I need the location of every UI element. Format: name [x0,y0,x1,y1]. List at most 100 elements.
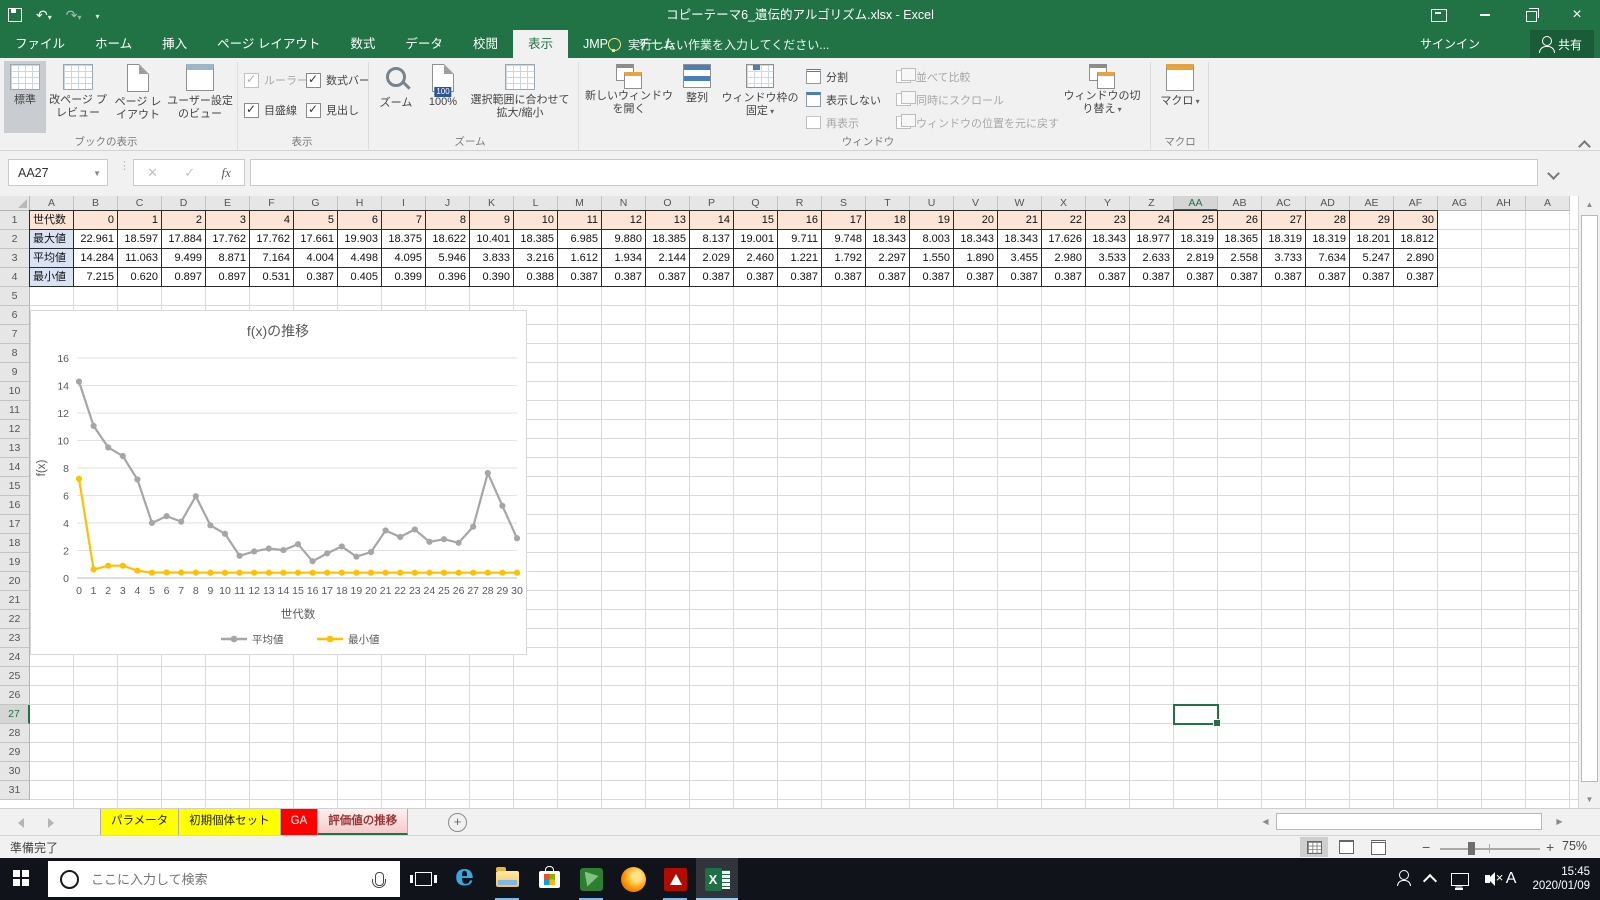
data-cell[interactable]: 18.201 [1350,230,1394,249]
data-cell[interactable]: 4 [250,211,294,230]
data-cell[interactable]: 6 [338,211,382,230]
data-cell[interactable]: 10 [514,211,558,230]
taskbar-icon-edge[interactable] [444,858,486,900]
column-header[interactable]: AB [1218,196,1262,211]
data-cell[interactable]: 18.375 [382,230,426,249]
row-header[interactable]: 30 [0,762,30,781]
data-cell[interactable]: 26 [1218,211,1262,230]
data-cell[interactable]: 21 [998,211,1042,230]
data-cell[interactable]: 0.387 [294,268,338,287]
column-header[interactable]: J [426,196,470,211]
formula-bar-checkbox[interactable]: 数式バー [306,72,370,88]
data-cell[interactable]: 28 [1306,211,1350,230]
ribbon-tab-表示[interactable]: 表示 [512,30,568,58]
column-header[interactable]: F [250,196,294,211]
freeze-panes-button[interactable]: ウィンドウ枠の固定 [720,61,800,133]
search-input[interactable] [89,870,375,888]
data-cell[interactable]: 8.871 [206,249,250,268]
data-cell[interactable]: 0.387 [1218,268,1262,287]
page-layout-view-button[interactable]: ページ レイアウト [110,61,166,133]
row-header[interactable]: 29 [0,743,30,762]
synchronous-scrolling-button[interactable]: 同時にスクロール [896,89,1004,110]
new-sheet-button[interactable] [448,813,467,832]
taskbar-search[interactable] [48,861,400,897]
collapse-formula-bar-button[interactable] [1547,167,1560,181]
data-cell[interactable]: 17.762 [206,230,250,249]
data-cell[interactable]: 8 [426,211,470,230]
row-header[interactable]: 5 [0,287,30,306]
data-cell[interactable]: 0.405 [338,268,382,287]
data-cell[interactable]: 0.387 [998,268,1042,287]
data-cell[interactable]: 0.387 [778,268,822,287]
data-cell[interactable]: 0.897 [162,268,206,287]
column-header[interactable]: Z [1130,196,1174,211]
row-header[interactable]: 8 [0,344,30,363]
data-cell[interactable]: 0.387 [1042,268,1086,287]
row-header[interactable]: 31 [0,781,30,800]
ruler-checkbox[interactable]: ルーラー [244,72,308,88]
data-cell[interactable]: 1.221 [778,249,822,268]
fill-handle[interactable] [1213,719,1221,727]
data-cell[interactable]: 25 [1174,211,1218,230]
data-cell[interactable]: 8.137 [690,230,734,249]
insert-function-icon[interactable]: fx [221,165,230,181]
data-cell[interactable]: 22.961 [74,230,118,249]
taskbar-icon-file-explorer[interactable] [486,858,528,900]
data-cell[interactable]: 3.216 [514,249,558,268]
vertical-scroll-thumb[interactable] [1581,215,1598,782]
restore-button[interactable] [1508,0,1554,30]
data-cell[interactable]: 18.343 [866,230,910,249]
column-header[interactable]: AC [1262,196,1306,211]
data-cell[interactable]: 0.396 [426,268,470,287]
zoom-button[interactable]: ズーム [374,61,418,133]
row-header[interactable]: 13 [0,439,30,458]
column-header[interactable]: AF [1394,196,1438,211]
data-cell[interactable]: 18.343 [998,230,1042,249]
data-cell[interactable]: 0.387 [646,268,690,287]
data-cell[interactable]: 11 [558,211,602,230]
data-cell[interactable]: 0.897 [206,268,250,287]
name-box-dropdown-icon[interactable]: ▼ [93,160,101,187]
minimize-button[interactable] [1462,0,1508,30]
data-cell[interactable]: 12 [602,211,646,230]
data-cell[interactable]: 3 [206,211,250,230]
people-icon[interactable] [1396,870,1411,886]
confirm-entry-icon[interactable]: ✓ [184,165,195,181]
row-header[interactable]: 6 [0,306,30,325]
normal-view-button[interactable]: 標準 [4,61,46,133]
row-header[interactable]: 12 [0,420,30,439]
data-cell[interactable]: 2.144 [646,249,690,268]
data-cell[interactable]: 13 [646,211,690,230]
data-cell[interactable]: 0.387 [558,268,602,287]
data-cell[interactable]: 17.661 [294,230,338,249]
taskbar-icon-task-view[interactable] [402,858,444,900]
sheet-nav-right-icon[interactable] [48,818,54,828]
data-cell[interactable]: 7.634 [1306,249,1350,268]
taskbar-icon-excel[interactable] [696,858,738,900]
gridlines-checkbox[interactable]: 目盛線 [244,102,297,118]
row-header[interactable]: 24 [0,648,30,667]
data-cell[interactable]: 15 [734,211,778,230]
row-header[interactable]: 18 [0,534,30,553]
data-cell[interactable]: 0.387 [910,268,954,287]
data-cell[interactable]: 2.297 [866,249,910,268]
reset-window-position-button[interactable]: ウィンドウの位置を元に戻す [896,112,1059,133]
row-header[interactable]: 3 [0,249,30,268]
data-cell[interactable]: 18.385 [646,230,690,249]
sign-in-button[interactable]: サインイン [1420,30,1480,58]
data-cell[interactable]: 0.399 [382,268,426,287]
zoom-100-button[interactable]: 100 100% [420,61,466,133]
data-cell[interactable]: 1.550 [910,249,954,268]
data-cell[interactable]: 0.388 [514,268,558,287]
clock[interactable]: 15:45 2020/01/09 [1532,865,1590,893]
data-cell[interactable]: 0.387 [954,268,998,287]
data-cell[interactable]: 2.980 [1042,249,1086,268]
row-header[interactable]: 28 [0,724,30,743]
taskbar-icon-firefox[interactable] [612,858,654,900]
column-header[interactable]: AA [1174,196,1218,211]
ribbon-tab-挿入[interactable]: 挿入 [147,30,202,58]
row-header[interactable]: 4 [0,268,30,287]
data-cell[interactable]: 18.365 [1218,230,1262,249]
selected-cell[interactable] [1173,704,1221,727]
data-cell[interactable]: 11.063 [118,249,162,268]
